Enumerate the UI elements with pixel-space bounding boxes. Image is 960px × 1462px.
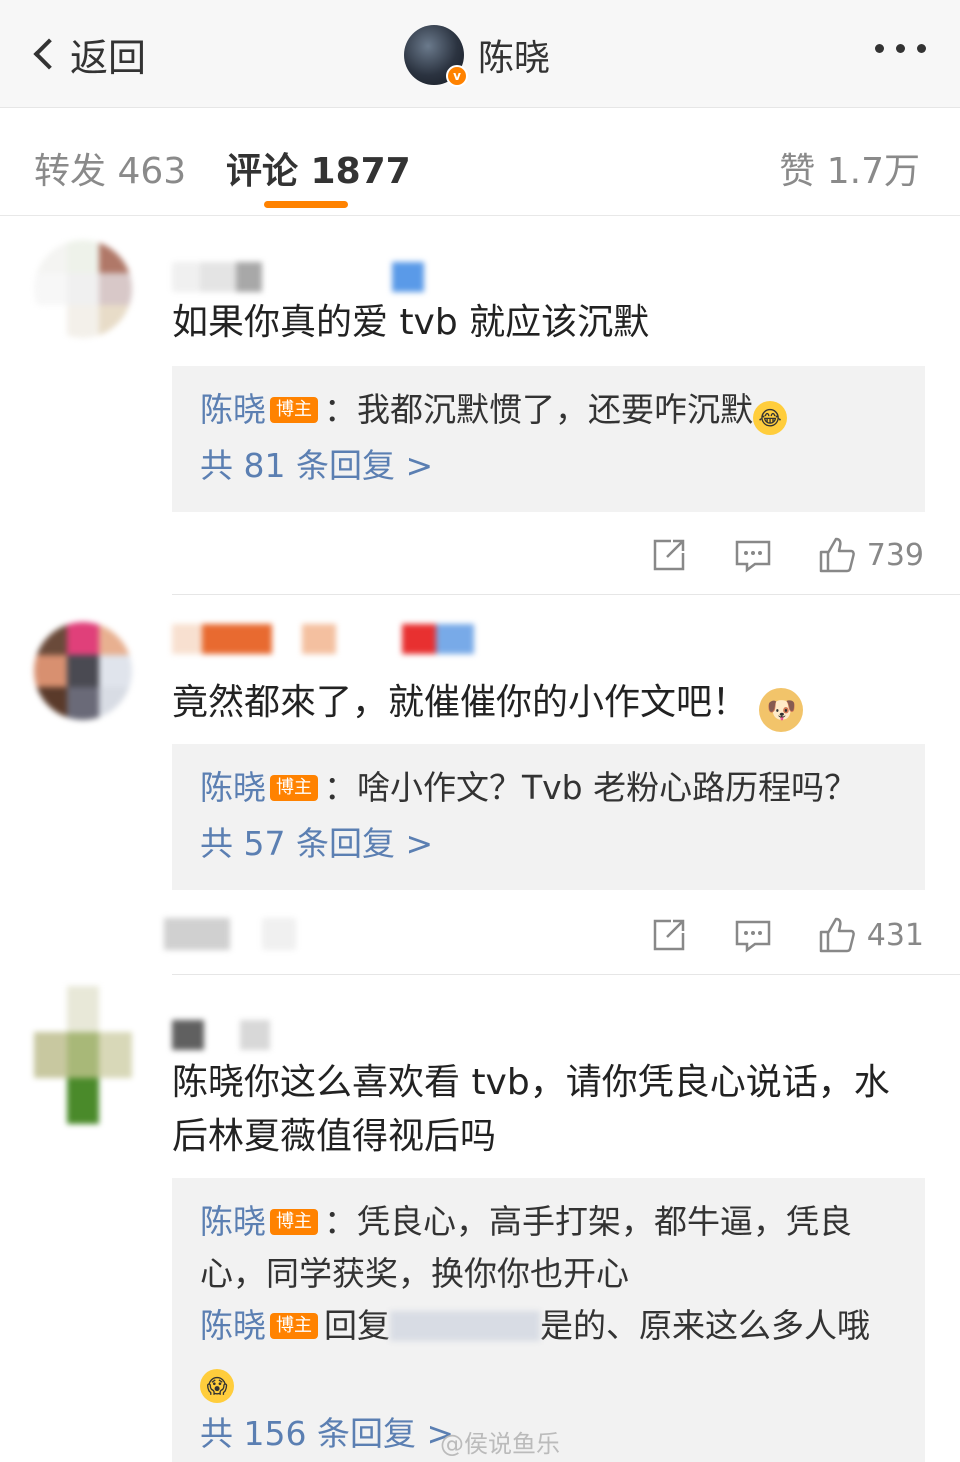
like-count: 431 bbox=[866, 917, 924, 953]
share-icon bbox=[653, 919, 684, 951]
back-label: 返回 bbox=[70, 35, 147, 80]
comment-text: 陈晓你这么喜欢看 tvb，请你凭良心说话，水后林夏薇值得视后吗 bbox=[172, 1062, 890, 1157]
watermark: @侯说鱼乐 bbox=[440, 1430, 560, 1458]
comment-text-content: 竟然都來了，就催催你的小作文吧！ bbox=[172, 682, 749, 723]
doge-emoji-icon: 🐶 bbox=[759, 688, 804, 732]
reply-author[interactable]: 陈晓 bbox=[200, 390, 266, 429]
profile-header[interactable]: v 陈晓 bbox=[404, 24, 551, 87]
avatar[interactable] bbox=[34, 240, 132, 338]
reply-text: 是的、原来这么多人哦 bbox=[540, 1306, 870, 1345]
author-reply: 陈晓 博主 回复 是的、原来这么多人哦 😱 bbox=[200, 1300, 897, 1404]
top-nav-bar: 返回 v 陈晓 bbox=[0, 0, 960, 108]
dot-icon bbox=[917, 44, 926, 53]
avatar[interactable] bbox=[34, 986, 132, 1124]
blogger-badge: 博主 bbox=[270, 1313, 318, 1339]
thumbs-up-icon bbox=[819, 917, 855, 953]
share-icon bbox=[653, 539, 684, 571]
tab-comment[interactable]: 评论 1877 bbox=[226, 142, 411, 194]
author-reply: 陈晓 博主 ：啥小作文？Tvb 老粉心路历程吗？ bbox=[200, 762, 897, 814]
reply-box[interactable]: 陈晓 博主 ：凭良心，高手打架，都牛逼，凭良心，同学获奖，换你你也开心 陈晓 博主 回复… bbox=[172, 1178, 925, 1462]
comment-item: 陈晓你这么喜欢看 tvb，请你凭良心说话，水后林夏薇值得视后吗 陈晓 博主 ：凭良心… bbox=[0, 976, 960, 1462]
share-button[interactable] bbox=[649, 535, 689, 575]
tab-like[interactable]: 赞 1.7万 bbox=[779, 142, 920, 194]
more-menu-button[interactable] bbox=[875, 44, 926, 53]
blogger-badge: 博主 bbox=[270, 775, 318, 801]
dot-icon bbox=[875, 44, 884, 53]
user-name-redacted[interactable] bbox=[172, 1020, 270, 1050]
user-name: 陈晓 bbox=[478, 38, 551, 79]
active-tab-indicator bbox=[264, 201, 348, 208]
reply-box[interactable]: 陈晓 博主 ：我都沉默惯了，还要咋沉默 😂 共 81 条回复 > bbox=[172, 366, 925, 512]
reply-box[interactable]: 陈晓 博主 ：啥小作文？Tvb 老粉心路历程吗？ 共 57 条回复 > bbox=[172, 744, 925, 890]
author-reply: 陈晓 博主 ：凭良心，高手打架，都牛逼，凭良心，同学获奖，换你你也开心 bbox=[200, 1196, 897, 1300]
redacted-info bbox=[164, 918, 230, 950]
reply-prefix: 回复 bbox=[324, 1306, 390, 1345]
scream-emoji-icon: 😱 bbox=[200, 1369, 234, 1403]
comment-icon bbox=[735, 920, 770, 953]
reply-text: ：我都沉默惯了，还要咋沉默 bbox=[324, 390, 753, 429]
comment-text: 如果你真的爱 tvb 就应该沉默 bbox=[172, 302, 650, 343]
tab-bar: 转发 463 评论 1877 赞 1.7万 bbox=[0, 108, 960, 216]
reply-button[interactable] bbox=[733, 915, 773, 955]
avatar[interactable]: v bbox=[404, 25, 468, 87]
like-button[interactable]: 431 bbox=[817, 915, 924, 955]
reply-author[interactable]: 陈晓 bbox=[200, 768, 266, 807]
divider bbox=[172, 594, 960, 595]
laugh-cry-emoji-icon: 😂 bbox=[753, 401, 787, 435]
redacted-info bbox=[262, 918, 296, 950]
back-button[interactable]: 返回 bbox=[28, 28, 146, 80]
avatar[interactable] bbox=[34, 622, 132, 720]
more-replies-link[interactable]: 共 81 条回复 > bbox=[200, 436, 897, 496]
user-name-redacted[interactable] bbox=[172, 262, 424, 292]
comment-item: 竟然都來了，就催催你的小作文吧！ 🐶 陈晓 博主 ：啥小作文？Tvb 老粉心路历程吗… bbox=[0, 596, 960, 976]
comment-icon bbox=[735, 540, 770, 573]
verified-badge: v bbox=[446, 65, 468, 87]
like-button[interactable]: 739 bbox=[817, 535, 924, 575]
comment-actions: 739 bbox=[649, 530, 924, 580]
author-reply: 陈晓 博主 ：我都沉默惯了，还要咋沉默 😂 bbox=[200, 384, 897, 436]
user-name-redacted[interactable] bbox=[172, 624, 474, 654]
dot-icon bbox=[896, 44, 905, 53]
chevron-left-icon bbox=[33, 38, 65, 70]
reply-author[interactable]: 陈晓 bbox=[200, 1306, 266, 1345]
more-replies-link[interactable]: 共 57 条回复 > bbox=[200, 814, 897, 874]
comment-actions: 431 bbox=[649, 910, 924, 960]
redacted-user bbox=[390, 1311, 540, 1341]
like-count: 739 bbox=[866, 537, 924, 573]
blogger-badge: 博主 bbox=[270, 1209, 318, 1235]
reply-button[interactable] bbox=[733, 535, 773, 575]
blogger-badge: 博主 bbox=[270, 397, 318, 423]
reply-author[interactable]: 陈晓 bbox=[200, 1202, 266, 1241]
comment-item: 如果你真的爱 tvb 就应该沉默 陈晓 博主 ：我都沉默惯了，还要咋沉默 😂 共 81… bbox=[0, 216, 960, 596]
tab-repost[interactable]: 转发 463 bbox=[34, 142, 186, 194]
divider bbox=[172, 974, 960, 975]
reply-text: ：啥小作文？Tvb 老粉心路历程吗？ bbox=[324, 768, 858, 807]
thumbs-up-icon bbox=[819, 537, 855, 573]
share-button[interactable] bbox=[649, 915, 689, 955]
comment-text: 竟然都來了，就催催你的小作文吧！ 🐶 bbox=[172, 676, 932, 732]
